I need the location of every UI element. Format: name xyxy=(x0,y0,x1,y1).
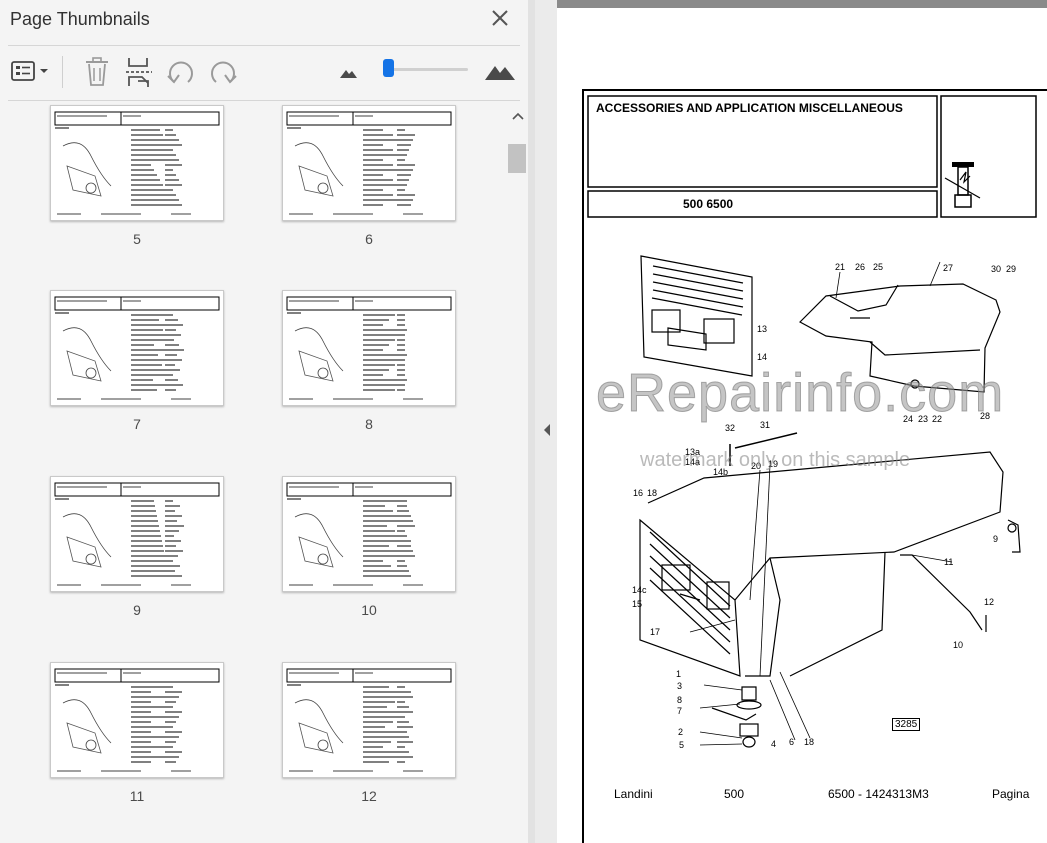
small-mountain-icon xyxy=(340,70,357,78)
large-mountain-icon xyxy=(485,66,515,80)
thumbnail-page-number: 7 xyxy=(133,416,141,432)
panel-gutter xyxy=(535,0,557,843)
collapse-panel-button[interactable] xyxy=(542,423,552,437)
part-callout: 26 xyxy=(855,262,866,272)
page-thumbnail[interactable] xyxy=(50,662,224,778)
page-preview xyxy=(54,111,220,215)
part-callout: 2 xyxy=(678,727,684,737)
rotate-clockwise-button[interactable] xyxy=(206,54,240,90)
extract-pages-button[interactable] xyxy=(122,54,156,90)
watermark-subtext: watermark only on this sample xyxy=(640,449,911,471)
document-model: 500 6500 xyxy=(683,197,734,211)
part-callout: 14 xyxy=(757,352,768,362)
toolbar-separator xyxy=(62,56,63,88)
page-preview xyxy=(54,482,220,586)
thumbnail-scrollbar[interactable] xyxy=(507,101,528,843)
page-thumbnail[interactable] xyxy=(50,476,224,592)
scroll-up-button[interactable] xyxy=(511,109,525,121)
page-thumbnail[interactable] xyxy=(282,476,456,592)
part-callout: 14c xyxy=(632,585,647,595)
footer-brand: Landini xyxy=(614,787,653,801)
part-callout: 29 xyxy=(1006,264,1017,274)
document-heading: ACCESSORIES AND APPLICATION MISCELLANEOU… xyxy=(596,101,903,115)
page-thumbnail[interactable] xyxy=(50,290,224,406)
thumbnail-options-icon xyxy=(11,61,48,81)
thumbnail-page-number: 10 xyxy=(361,602,377,618)
rotate-counterclockwise-icon xyxy=(167,61,193,84)
part-callout: 17 xyxy=(650,627,661,637)
extract-pages-icon xyxy=(126,58,152,87)
thumbnail-page-number: 12 xyxy=(361,788,377,804)
zoom-in-thumbnails-button[interactable] xyxy=(482,54,518,90)
part-callout: 18 xyxy=(804,737,815,747)
drawing-reference: 3285 xyxy=(892,718,921,731)
page-preview xyxy=(286,296,452,400)
footer-page-label: Pagina xyxy=(992,787,1030,801)
part-callout: 30 xyxy=(991,264,1002,274)
part-callout: 9 xyxy=(993,534,999,544)
page-thumbnails-panel: Page Thumbnails 5 6 7 8 9 10 11 12 xyxy=(0,0,528,843)
rotate-clockwise-icon xyxy=(211,61,237,84)
part-callout: 13 xyxy=(757,324,768,334)
thumbnail-page-number: 5 xyxy=(133,231,141,247)
close-icon xyxy=(492,10,508,26)
thumbnails-toolbar xyxy=(0,46,528,98)
page-preview xyxy=(286,111,452,215)
part-callout: 16 xyxy=(633,488,644,498)
page-thumbnail[interactable] xyxy=(282,662,456,778)
scrollbar-thumb[interactable] xyxy=(508,144,526,173)
trash-icon xyxy=(86,57,108,86)
part-callout: 27 xyxy=(943,263,954,273)
page-preview xyxy=(286,668,452,772)
part-callout: 7 xyxy=(677,706,683,716)
part-callout: 12 xyxy=(984,597,995,607)
part-callout: 15 xyxy=(632,599,643,609)
thumbnail-page-number: 8 xyxy=(365,416,373,432)
page-thumbnail[interactable] xyxy=(282,290,456,406)
footer-model: 500 xyxy=(724,787,745,801)
panel-title: Page Thumbnails xyxy=(10,9,150,29)
close-panel-button[interactable] xyxy=(488,6,512,30)
page-preview xyxy=(54,668,220,772)
thumbnail-page-number: 9 xyxy=(133,602,141,618)
page-thumbnail[interactable] xyxy=(50,105,224,221)
part-callout: 10 xyxy=(953,640,964,650)
part-callout: 18 xyxy=(647,488,658,498)
part-callout: 32 xyxy=(725,423,736,433)
watermark-text: eRepairinfo.com xyxy=(595,363,1005,424)
thumbnail-page-number: 11 xyxy=(129,788,145,804)
panel-splitter[interactable] xyxy=(528,0,535,843)
thumbnail-page-number: 6 xyxy=(365,231,373,247)
thumbnail-list: 5 6 7 8 9 10 11 12 xyxy=(0,101,507,843)
chevron-left-icon xyxy=(544,424,550,436)
page-preview xyxy=(54,296,220,400)
part-callout: 25 xyxy=(873,262,884,272)
page-thumbnail[interactable] xyxy=(282,105,456,221)
thumbnail-options-button[interactable] xyxy=(8,54,54,90)
previous-page-edge xyxy=(557,0,1047,8)
part-callout: 21 xyxy=(835,262,846,272)
rotate-counterclockwise-button[interactable] xyxy=(164,54,198,90)
part-callout: 1 xyxy=(676,669,682,679)
thumbnail-size-slider[interactable] xyxy=(386,68,468,71)
delete-pages-button[interactable] xyxy=(80,54,114,90)
chevron-up-icon xyxy=(512,112,524,120)
footer-code: 6500 - 1424313M3 xyxy=(828,787,929,801)
part-callout: 4 xyxy=(771,739,777,749)
part-callout: 8 xyxy=(677,695,683,705)
page-preview xyxy=(286,482,452,586)
part-callout: 6 xyxy=(789,737,795,747)
part-callout: 5 xyxy=(679,740,685,750)
part-callout: 11 xyxy=(944,557,954,567)
zoom-out-thumbnails-button[interactable] xyxy=(336,54,360,90)
thumbnail-size-handle[interactable] xyxy=(383,59,394,77)
part-callout: 3 xyxy=(677,681,683,691)
panel-header: Page Thumbnails xyxy=(0,0,528,40)
